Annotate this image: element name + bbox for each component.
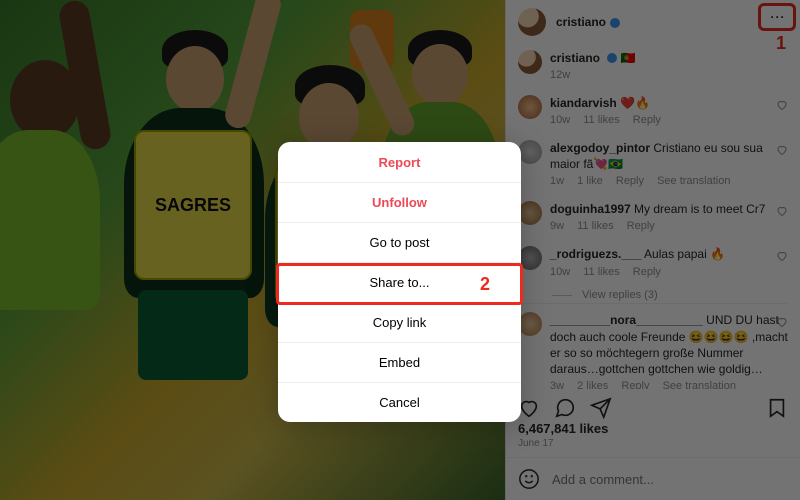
modal-report[interactable]: Report [278, 142, 521, 182]
annotation-label-2: 2 [480, 274, 490, 295]
modal-embed[interactable]: Embed [278, 342, 521, 382]
modal-go-to-post[interactable]: Go to post [278, 222, 521, 262]
modal-unfollow[interactable]: Unfollow [278, 182, 521, 222]
modal-copy-link[interactable]: Copy link [278, 302, 521, 342]
modal-cancel[interactable]: Cancel [278, 382, 521, 422]
